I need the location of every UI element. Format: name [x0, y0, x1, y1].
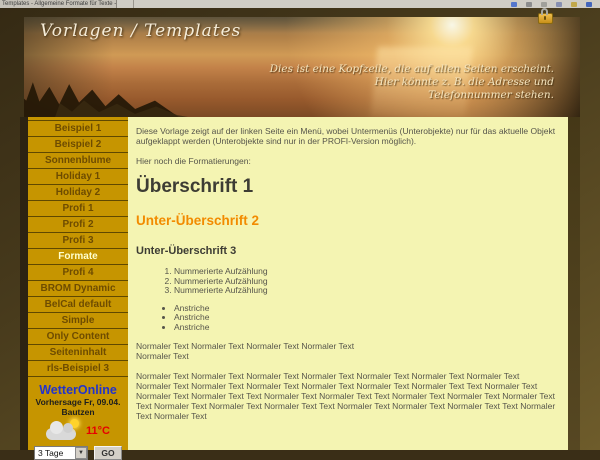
normal-text-line: Normaler Text Normaler Text Normaler Tex…	[136, 341, 556, 351]
sidebar-item-profi-4[interactable]: Profi 4	[28, 265, 128, 281]
sidebar-item-rls-beispiel-3[interactable]: rls-Beispiel 3	[28, 361, 128, 377]
forecast-city: Bautzen	[28, 407, 128, 417]
wetteronline-logo[interactable]: WetterOnline	[28, 384, 128, 397]
normal-text-paragraph: Normaler Text Normaler Text Normaler Tex…	[136, 371, 556, 421]
sidebar-item-only-content[interactable]: Only Content	[28, 329, 128, 345]
site-header: Vorlagen / Templates Dies ist eine Kopfz…	[24, 17, 580, 117]
tagline-line: Dies ist eine Kopfzeile, die auf allen S…	[270, 63, 554, 76]
heading-3: Unter-Überschrift 3	[136, 245, 556, 257]
browser-toolbar-icon[interactable]	[556, 2, 562, 7]
browser-tab-title: Templates - Allgemeine Formate für Texte…	[2, 1, 117, 7]
bullet-list-item: Anstriche	[174, 323, 556, 333]
sidebar-item-seiteninhalt[interactable]: Seiteninhalt	[28, 345, 128, 361]
sidebar-item-holiday-1[interactable]: Holiday 1	[28, 169, 128, 185]
sidebar-item-belcal-default[interactable]: BelCal default	[28, 297, 128, 313]
forecast-range-select[interactable]: 3 Tage ▼	[34, 446, 88, 460]
padlock-icon[interactable]	[538, 13, 553, 24]
content-right-border	[568, 117, 580, 450]
numbered-list: Nummerierte Aufzählung Nummerierte Aufzä…	[162, 267, 556, 296]
sidebar-item-brom-dynamic[interactable]: BROM Dynamic	[28, 281, 128, 297]
sidebar-item-profi-1[interactable]: Profi 1	[28, 201, 128, 217]
browser-toolbar-icon[interactable]	[571, 2, 577, 7]
weather-controls: 3 Tage ▼ GO	[28, 446, 128, 460]
tagline-line: Telefonnummer stehen.	[270, 89, 554, 102]
numbered-list-item: Nummerierte Aufzählung	[174, 286, 556, 296]
formats-intro-text: Hier noch die Formatierungen:	[136, 156, 556, 166]
sidebar-item-holiday-2[interactable]: Holiday 2	[28, 185, 128, 201]
sidebar-item-profi-3[interactable]: Profi 3	[28, 233, 128, 249]
sidebar: Beispiel 1 Beispiel 2 Sonnenblume Holida…	[28, 117, 128, 450]
page-title: Vorlagen / Templates	[40, 21, 241, 41]
sidebar-item-sonnenblume[interactable]: Sonnenblume	[28, 153, 128, 169]
partly-cloudy-icon	[46, 428, 76, 440]
sidebar-item-beispiel-1[interactable]: Beispiel 1	[28, 121, 128, 137]
chevron-down-icon[interactable]: ▼	[75, 447, 87, 459]
normal-text-block: Normaler Text Normaler Text Normaler Tex…	[136, 341, 556, 361]
browser-toolbar-icon[interactable]	[526, 2, 532, 7]
weather-widget: WetterOnline Vorhersage Fr, 09.04. Bautz…	[28, 384, 128, 460]
tagline-line: Hier könnte z. B. die Adresse und	[270, 76, 554, 89]
browser-tab[interactable]: Templates - Allgemeine Formate für Texte…	[0, 0, 117, 8]
normal-text-line: Normaler Text	[136, 351, 556, 361]
sidebar-item-profi-2[interactable]: Profi 2	[28, 217, 128, 233]
browser-toolbar: Templates - Allgemeine Formate für Texte…	[0, 0, 600, 8]
heading-2: Unter-Überschrift 2	[136, 214, 556, 228]
bullet-list-item: Anstriche	[174, 313, 556, 323]
browser-toolbar-icons	[511, 2, 600, 7]
main-content: Diese Vorlage zeigt auf der linken Seite…	[128, 117, 568, 450]
sidebar-item-formate[interactable]: Formate	[28, 249, 128, 265]
bullet-list: Anstriche Anstriche Anstriche	[165, 304, 556, 333]
weather-condition: 11°C	[28, 419, 128, 443]
bullet-list-item: Anstriche	[174, 304, 556, 314]
toolbar-divider	[133, 0, 134, 8]
temperature-value: 11°C	[86, 425, 110, 437]
browser-toolbar-icon[interactable]	[511, 2, 517, 7]
browser-toolbar-icon[interactable]	[586, 2, 592, 7]
main-menu: Beispiel 1 Beispiel 2 Sonnenblume Holida…	[28, 120, 128, 377]
header-tagline: Dies ist eine Kopfzeile, die auf allen S…	[270, 63, 554, 102]
intro-paragraph: Diese Vorlage zeigt auf der linken Seite…	[136, 126, 556, 146]
forecast-date: Vorhersage Fr, 09.04.	[28, 397, 128, 407]
browser-toolbar-icon[interactable]	[541, 2, 547, 7]
sun-icon	[70, 419, 79, 428]
sidebar-item-beispiel-2[interactable]: Beispiel 2	[28, 137, 128, 153]
sidebar-left-border	[20, 117, 28, 450]
sidebar-item-simple[interactable]: Simple	[28, 313, 128, 329]
go-button[interactable]: GO	[94, 446, 122, 460]
heading-1: Überschrift 1	[136, 177, 556, 197]
